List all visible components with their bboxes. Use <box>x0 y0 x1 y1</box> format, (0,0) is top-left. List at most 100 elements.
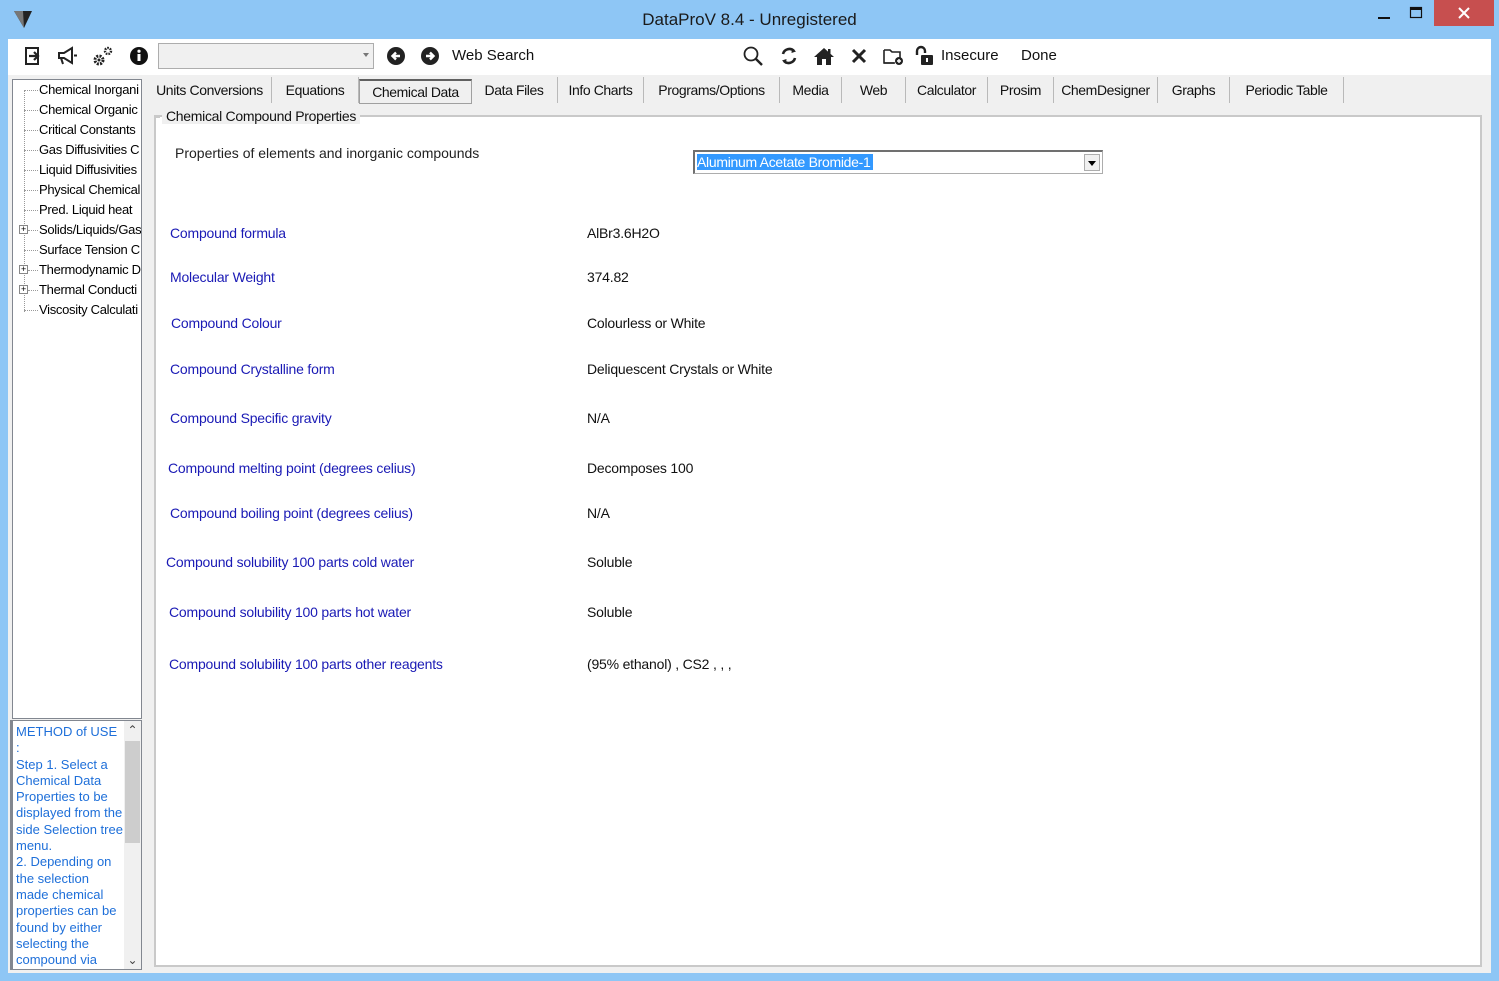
home-button[interactable] <box>813 45 835 67</box>
expand-plus-icon[interactable]: + <box>19 225 28 234</box>
property-value: AlBr3.6H2O <box>587 225 660 241</box>
property-value: 374.82 <box>587 269 629 285</box>
tab-graphs[interactable]: Graphs <box>1158 77 1230 103</box>
tree-connector <box>24 130 38 131</box>
compound-select[interactable]: Aluminum Acetate Bromide-1 <box>693 150 1103 174</box>
tree-item-label: Solids/Liquids/Gas <box>39 222 142 237</box>
property-label: Compound solubility 100 parts cold water <box>166 554 415 570</box>
settings-gears-icon <box>93 46 113 66</box>
back-arrow-icon <box>387 47 405 65</box>
tree-connector <box>28 290 38 291</box>
back-button[interactable] <box>385 45 407 67</box>
tab-periodic-table[interactable]: Periodic Table <box>1230 77 1344 103</box>
tab-chemdesigner[interactable]: ChemDesigner <box>1054 77 1158 103</box>
tree-connector <box>24 110 38 111</box>
property-value: N/A <box>587 505 610 521</box>
tree-connector <box>24 150 38 151</box>
chevron-down-icon[interactable] <box>1084 154 1100 171</box>
section-subheading: Properties of elements and inorganic com… <box>175 145 480 161</box>
property-label: Compound boiling point (degrees celius) <box>170 505 413 521</box>
new-folder-button[interactable] <box>882 45 904 67</box>
settings-button[interactable] <box>92 45 114 67</box>
info-button[interactable] <box>128 45 150 67</box>
scrollbar-thumb[interactable] <box>125 741 140 843</box>
stop-button[interactable] <box>848 45 870 67</box>
search-icon <box>743 46 763 66</box>
refresh-button[interactable] <box>778 45 800 67</box>
info-icon <box>130 47 148 65</box>
property-label: Compound Crystalline form <box>170 361 335 377</box>
property-label: Compound solubility 100 parts hot water <box>169 604 412 620</box>
tree-item-label: Surface Tension C <box>39 242 140 257</box>
method-vertical-scrollbar[interactable]: ⌃ ⌄ <box>124 721 141 969</box>
scroll-down-icon[interactable]: ⌄ <box>124 951 141 969</box>
tab-data-files[interactable]: Data Files <box>471 77 558 103</box>
tree-item-label: Thermal Conducti <box>39 282 137 297</box>
chemical-data-tree: Chemical Inorgani Chemical Organic Critica… <box>12 79 142 719</box>
tab-media[interactable]: Media <box>780 77 842 103</box>
tree-item-label: Physical Chemical <box>39 182 141 197</box>
maximize-icon <box>1409 6 1423 19</box>
property-label: Compound formula <box>170 225 286 241</box>
tree-connector <box>24 210 38 211</box>
web-search-button[interactable]: Web Search <box>452 47 534 64</box>
tree-item-label: Thermodynamic D <box>39 262 141 277</box>
tree-connector <box>24 310 38 311</box>
toolbar: Web Search Insecure Done <box>8 39 1491 75</box>
status-label: Done <box>1021 47 1057 64</box>
forward-button[interactable] <box>419 45 441 67</box>
tree-connector <box>28 270 38 271</box>
tab-equations[interactable]: Equations <box>272 77 359 103</box>
tree-connector <box>24 170 38 171</box>
exit-button[interactable] <box>22 45 44 67</box>
property-value: Soluble <box>587 554 633 570</box>
megaphone-icon <box>58 46 77 65</box>
tab-web[interactable]: Web <box>842 77 906 103</box>
title-bar: DataProV 8.4 - Unregistered <box>0 0 1499 39</box>
tree-connector <box>24 190 38 191</box>
tab-chemical-data[interactable]: Chemical Data <box>359 79 472 104</box>
groupbox-title: Chemical Compound Properties <box>162 108 361 124</box>
tab-prosim[interactable]: Prosim <box>988 77 1054 103</box>
tree-connector <box>28 230 38 231</box>
compound-select-value: Aluminum Acetate Bromide-1 <box>697 154 873 170</box>
app-client-area: Web Search Insecure Done Chemical Inorga… <box>8 39 1491 973</box>
property-value: Soluble <box>587 604 633 620</box>
tree-item-label: Liquid Diffusivities <box>39 162 137 177</box>
tab-info-charts[interactable]: Info Charts <box>558 77 644 103</box>
tab-units-conversions[interactable]: Units Conversions <box>148 77 272 103</box>
tree-connector <box>24 90 38 91</box>
property-label: Molecular Weight <box>170 269 275 285</box>
forward-arrow-icon <box>421 47 439 65</box>
expand-plus-icon[interactable]: + <box>19 265 28 274</box>
maximize-button[interactable] <box>1400 0 1432 26</box>
tree-connector <box>24 250 38 251</box>
window-title: DataProV 8.4 - Unregistered <box>642 10 857 29</box>
minimize-icon <box>1378 17 1390 19</box>
tab-calculator[interactable]: Calculator <box>906 77 988 103</box>
property-value: Deliquescent Crystals or White <box>587 361 773 377</box>
property-label: Compound Colour <box>171 315 282 331</box>
new-folder-icon <box>883 49 903 65</box>
groupbox-border <box>154 117 160 118</box>
tree-item-label: Chemical Inorgani <box>39 82 139 97</box>
tree-item-label: Critical Constants <box>39 122 136 137</box>
unlock-icon <box>915 45 933 65</box>
method-of-use-panel: METHOD of USE : Step 1. Select a Chemica… <box>10 720 142 970</box>
scroll-up-icon[interactable]: ⌃ <box>124 721 141 739</box>
minimize-button[interactable] <box>1368 0 1400 26</box>
property-label: Compound melting point (degrees celius) <box>168 460 416 476</box>
tab-programs-options[interactable]: Programs/Options <box>644 77 780 103</box>
close-window-button[interactable] <box>1434 0 1494 26</box>
property-label: Compound solubility 100 parts other reag… <box>169 656 443 672</box>
refresh-icon <box>781 47 797 65</box>
exit-icon <box>25 47 40 65</box>
close-icon <box>1458 7 1470 19</box>
address-combo[interactable] <box>158 43 374 69</box>
security-label: Insecure <box>941 47 999 64</box>
announce-button[interactable] <box>56 45 78 67</box>
property-value: Decomposes 100 <box>587 460 694 476</box>
security-status[interactable] <box>914 45 936 67</box>
expand-plus-icon[interactable]: + <box>19 285 28 294</box>
search-button[interactable] <box>742 45 764 67</box>
